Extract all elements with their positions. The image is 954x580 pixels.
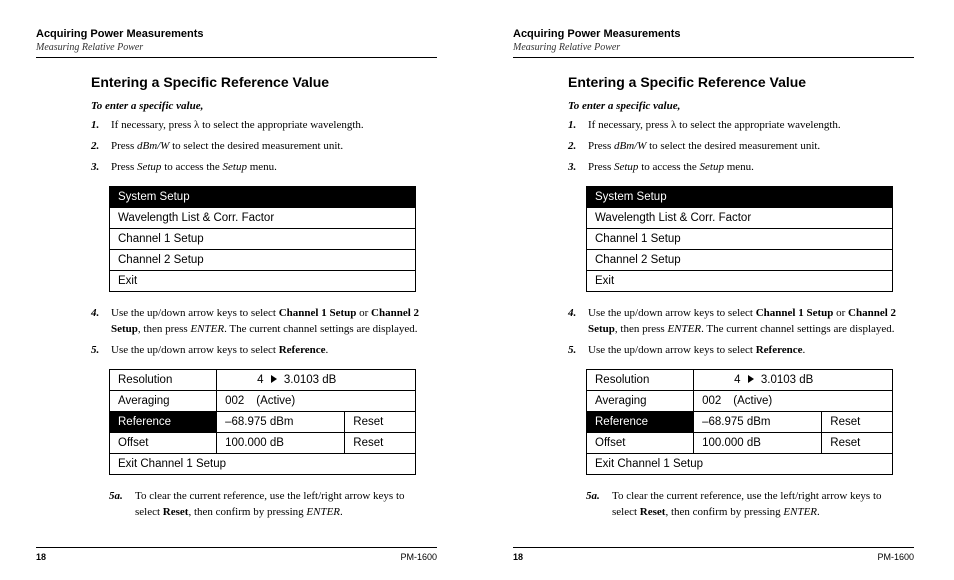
page-footer: 18 PM-1600 — [513, 547, 914, 562]
section-heading: Entering a Specific Reference Value — [568, 74, 909, 90]
header-rule — [36, 57, 437, 58]
menu-item: Exit — [110, 270, 416, 291]
step-number: 4. — [568, 306, 576, 322]
step-number: 2. — [91, 139, 99, 155]
system-setup-menu: System Setup Wavelength List & Corr. Fac… — [586, 186, 893, 292]
step-number: 2. — [568, 139, 576, 155]
param-value: –68.975 dBm — [217, 411, 345, 432]
running-header: Acquiring Power Measurements Measuring R… — [36, 28, 437, 74]
step-2: 2. Press dBm/W to select the desired mea… — [91, 139, 432, 155]
step-number: 5. — [91, 343, 99, 359]
system-setup-menu: System Setup Wavelength List & Corr. Fac… — [109, 186, 416, 292]
param-value: 4 3.0103 dB — [217, 369, 416, 390]
param-label: Offset — [110, 432, 217, 453]
exit-row: Exit Channel 1 Setup — [110, 453, 416, 474]
page-left: Acquiring Power Measurements Measuring R… — [0, 0, 477, 580]
running-header: Acquiring Power Measurements Measuring R… — [513, 28, 914, 74]
arrow-right-icon — [271, 375, 277, 383]
param-label-selected: Reference — [110, 411, 217, 432]
param-value: 4 3.0103 dB — [694, 369, 893, 390]
channel-setup-menu: Resolution 4 3.0103 dB Averaging 002(Act… — [109, 369, 416, 475]
step-list: 1. If necessary, press λ to select the a… — [91, 118, 432, 176]
menu-item: Channel 2 Setup — [110, 249, 416, 270]
param-label: Resolution — [587, 369, 694, 390]
page-right: Acquiring Power Measurements Measuring R… — [477, 0, 954, 580]
step-list-cont: 4. Use the up/down arrow keys to select … — [568, 306, 909, 359]
page-number: 18 — [513, 552, 523, 562]
step-number: 5a. — [586, 489, 600, 505]
page-content: Entering a Specific Reference Value To e… — [36, 74, 437, 560]
step-4: 4. Use the up/down arrow keys to select … — [91, 306, 432, 338]
step-1: 1. If necessary, press λ to select the a… — [91, 118, 432, 134]
menu-item: Channel 2 Setup — [587, 249, 893, 270]
header-rule — [513, 57, 914, 58]
step-number: 4. — [91, 306, 99, 322]
footer-rule — [513, 547, 914, 548]
procedure-lead: To enter a specific value, — [91, 100, 432, 112]
param-label: Averaging — [110, 390, 217, 411]
step-3: 3. Press Setup to access the Setup menu. — [91, 160, 432, 176]
model-number: PM-1600 — [877, 552, 914, 562]
param-value: 100.000 dB — [217, 432, 345, 453]
param-value: 002(Active) — [217, 390, 416, 411]
footer-rule — [36, 547, 437, 548]
param-label: Averaging — [587, 390, 694, 411]
step-5: 5. Use the up/down arrow keys to select … — [568, 343, 909, 359]
menu-item: Channel 1 Setup — [110, 228, 416, 249]
param-label: Offset — [587, 432, 694, 453]
step-number: 5a. — [109, 489, 123, 505]
section-name: Measuring Relative Power — [513, 42, 914, 57]
step-1: 1. If necessary, press λ to select the a… — [568, 118, 909, 134]
step-number: 3. — [568, 160, 576, 176]
step-4: 4. Use the up/down arrow keys to select … — [568, 306, 909, 338]
menu-item: Wavelength List & Corr. Factor — [110, 207, 416, 228]
param-value: 002(Active) — [694, 390, 893, 411]
model-number: PM-1600 — [400, 552, 437, 562]
param-value: –68.975 dBm — [694, 411, 822, 432]
menu-item: Wavelength List & Corr. Factor — [587, 207, 893, 228]
step-2: 2. Press dBm/W to select the desired mea… — [568, 139, 909, 155]
param-label: Resolution — [110, 369, 217, 390]
page-footer: 18 PM-1600 — [36, 547, 437, 562]
step-5a: 5a. To clear the current reference, use … — [568, 489, 909, 521]
channel-setup-menu: Resolution 4 3.0103 dB Averaging 002(Act… — [586, 369, 893, 475]
param-value: 100.000 dB — [694, 432, 822, 453]
exit-row: Exit Channel 1 Setup — [587, 453, 893, 474]
step-5a: 5a. To clear the current reference, use … — [91, 489, 432, 521]
step-number: 1. — [568, 118, 576, 134]
step-list-cont: 4. Use the up/down arrow keys to select … — [91, 306, 432, 359]
procedure-lead: To enter a specific value, — [568, 100, 909, 112]
arrow-right-icon — [748, 375, 754, 383]
menu-header: System Setup — [587, 186, 893, 207]
reset-cell: Reset — [345, 432, 416, 453]
chapter-title: Acquiring Power Measurements — [36, 28, 437, 40]
step-number: 1. — [91, 118, 99, 134]
reset-cell: Reset — [822, 411, 893, 432]
menu-item: Exit — [587, 270, 893, 291]
page-number: 18 — [36, 552, 46, 562]
step-number: 5. — [568, 343, 576, 359]
step-list: 1. If necessary, press λ to select the a… — [568, 118, 909, 176]
menu-item: Channel 1 Setup — [587, 228, 893, 249]
reset-cell: Reset — [345, 411, 416, 432]
step-number: 3. — [91, 160, 99, 176]
section-name: Measuring Relative Power — [36, 42, 437, 57]
chapter-title: Acquiring Power Measurements — [513, 28, 914, 40]
reset-cell: Reset — [822, 432, 893, 453]
section-heading: Entering a Specific Reference Value — [91, 74, 432, 90]
step-3: 3. Press Setup to access the Setup menu. — [568, 160, 909, 176]
param-label-selected: Reference — [587, 411, 694, 432]
page-content: Entering a Specific Reference Value To e… — [513, 74, 914, 560]
menu-header: System Setup — [110, 186, 416, 207]
step-5: 5. Use the up/down arrow keys to select … — [91, 343, 432, 359]
